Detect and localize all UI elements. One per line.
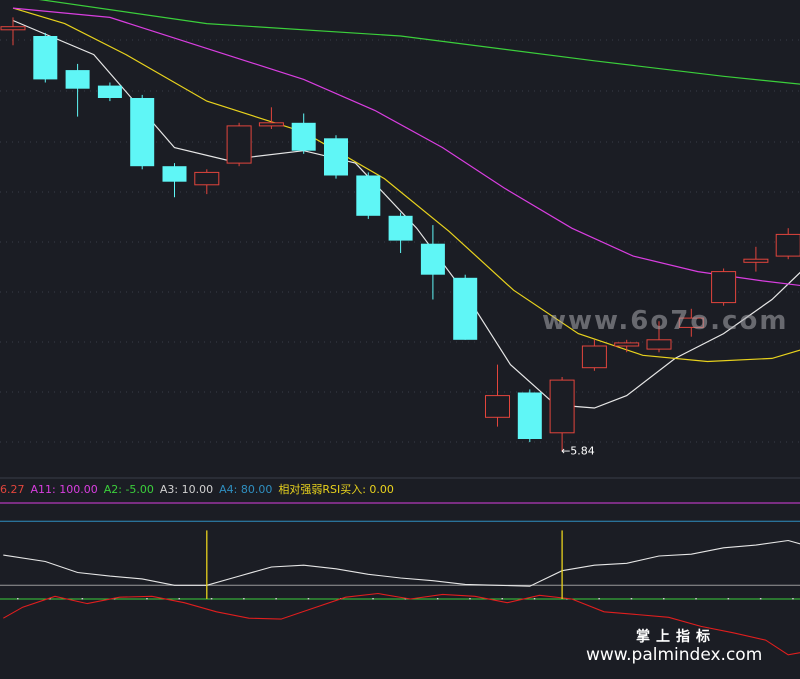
rsi-dot-19 — [630, 598, 633, 600]
low-price-annotation: ←5.84 — [561, 444, 595, 457]
url-watermark: www.palmindex.com — [586, 645, 762, 665]
candle-body-up — [614, 342, 640, 347]
candle-body-up — [226, 125, 252, 164]
stock-chart: ←5.84 www.6o7o.com 6.27 A11: 100.00 A2: -5… — [0, 0, 800, 665]
candle-body-down — [356, 175, 381, 216]
candle-22 — [711, 268, 737, 306]
indicator-value-1: A11: 100.00 — [31, 483, 98, 496]
rsi-dot-14 — [469, 598, 471, 600]
candle-body-up — [743, 258, 769, 263]
indicator-value-4: A4: 80.00 — [219, 483, 272, 496]
indicator-values-bar: 6.27 A11: 100.00 A2: -5.00 A3: 10.00 A4: 80.… — [0, 482, 394, 496]
rsi-dot-21 — [695, 598, 697, 600]
indicator-value-0: 6.27 — [0, 483, 25, 496]
indicator-value-5: 相对强弱RSI买入: 0.00 — [278, 482, 394, 496]
rsi-dot-13 — [436, 598, 439, 600]
candle-1 — [33, 32, 58, 83]
candle-8 — [258, 107, 284, 129]
candle-17 — [549, 377, 575, 452]
rsi-dot-16 — [533, 598, 536, 600]
rsi-dot-24 — [792, 598, 794, 600]
rsi-dot-6 — [210, 598, 213, 600]
candle-10 — [324, 135, 348, 179]
rsi-dot-11 — [372, 598, 374, 600]
candle-body-up — [581, 345, 607, 369]
candle-6 — [194, 169, 220, 195]
rsi-dot-2 — [81, 598, 84, 600]
rsi-dot-7 — [243, 598, 245, 600]
candle-4 — [130, 94, 155, 170]
candle-body-up — [646, 339, 672, 350]
rsi-dot-0 — [17, 598, 19, 600]
candle-3 — [97, 82, 122, 102]
candle-13 — [420, 225, 445, 300]
candle-body-down — [324, 138, 348, 176]
candle-16 — [517, 389, 542, 443]
candle-0 — [0, 17, 26, 46]
moving-average-green — [38, 0, 800, 85]
candle-body-up — [775, 233, 800, 257]
candle-body-down — [453, 277, 478, 340]
rsi-dot-8 — [275, 598, 277, 600]
moving-average-white — [12, 19, 800, 409]
candle-23 — [743, 246, 769, 272]
candle-9 — [291, 113, 316, 154]
rsi-dot-5 — [178, 598, 180, 600]
rsi-dot-22 — [727, 598, 730, 600]
center-watermark: www.6o7o.com — [542, 306, 788, 336]
candle-body-down — [33, 36, 58, 80]
moving-averages — [12, 0, 800, 409]
candle-body-up — [711, 271, 737, 304]
candle-5 — [162, 163, 187, 198]
candle-body-down — [130, 98, 155, 167]
rsi-dot-15 — [501, 598, 503, 600]
candle-body-down — [291, 122, 316, 151]
price-grid — [0, 39, 800, 443]
candle-body-down — [517, 392, 542, 439]
brand-watermark: 掌上指标 — [636, 628, 716, 645]
candle-15 — [485, 364, 510, 427]
rsi-dot-9 — [307, 598, 310, 600]
candle-body-down — [97, 85, 122, 98]
indicator-value-3: A3: 10.00 — [160, 483, 213, 496]
candle-12 — [388, 212, 413, 253]
candle-body-down — [420, 243, 445, 275]
candle-18 — [581, 339, 607, 371]
candle-body-down — [65, 70, 90, 89]
candle-body-up — [258, 122, 284, 127]
rsi-dot-20 — [663, 598, 665, 600]
candle-7 — [226, 122, 252, 167]
candle-body-up — [194, 171, 220, 186]
candle-body-up — [485, 395, 510, 418]
rsi-dot-23 — [759, 598, 762, 600]
candle-body-down — [388, 215, 413, 241]
candle-2 — [65, 63, 90, 117]
candlesticks — [0, 17, 800, 452]
rsi-line-white — [3, 539, 800, 587]
candle-body-up — [549, 379, 575, 434]
candle-body-up — [0, 26, 26, 31]
indicator-value-2: A2: -5.00 — [104, 483, 154, 496]
rsi-dot-4 — [146, 598, 148, 600]
candle-14 — [453, 274, 478, 340]
candle-24 — [775, 228, 800, 260]
candle-11 — [356, 172, 381, 219]
rsi-dot-18 — [598, 598, 600, 600]
candle-body-down — [162, 166, 187, 182]
